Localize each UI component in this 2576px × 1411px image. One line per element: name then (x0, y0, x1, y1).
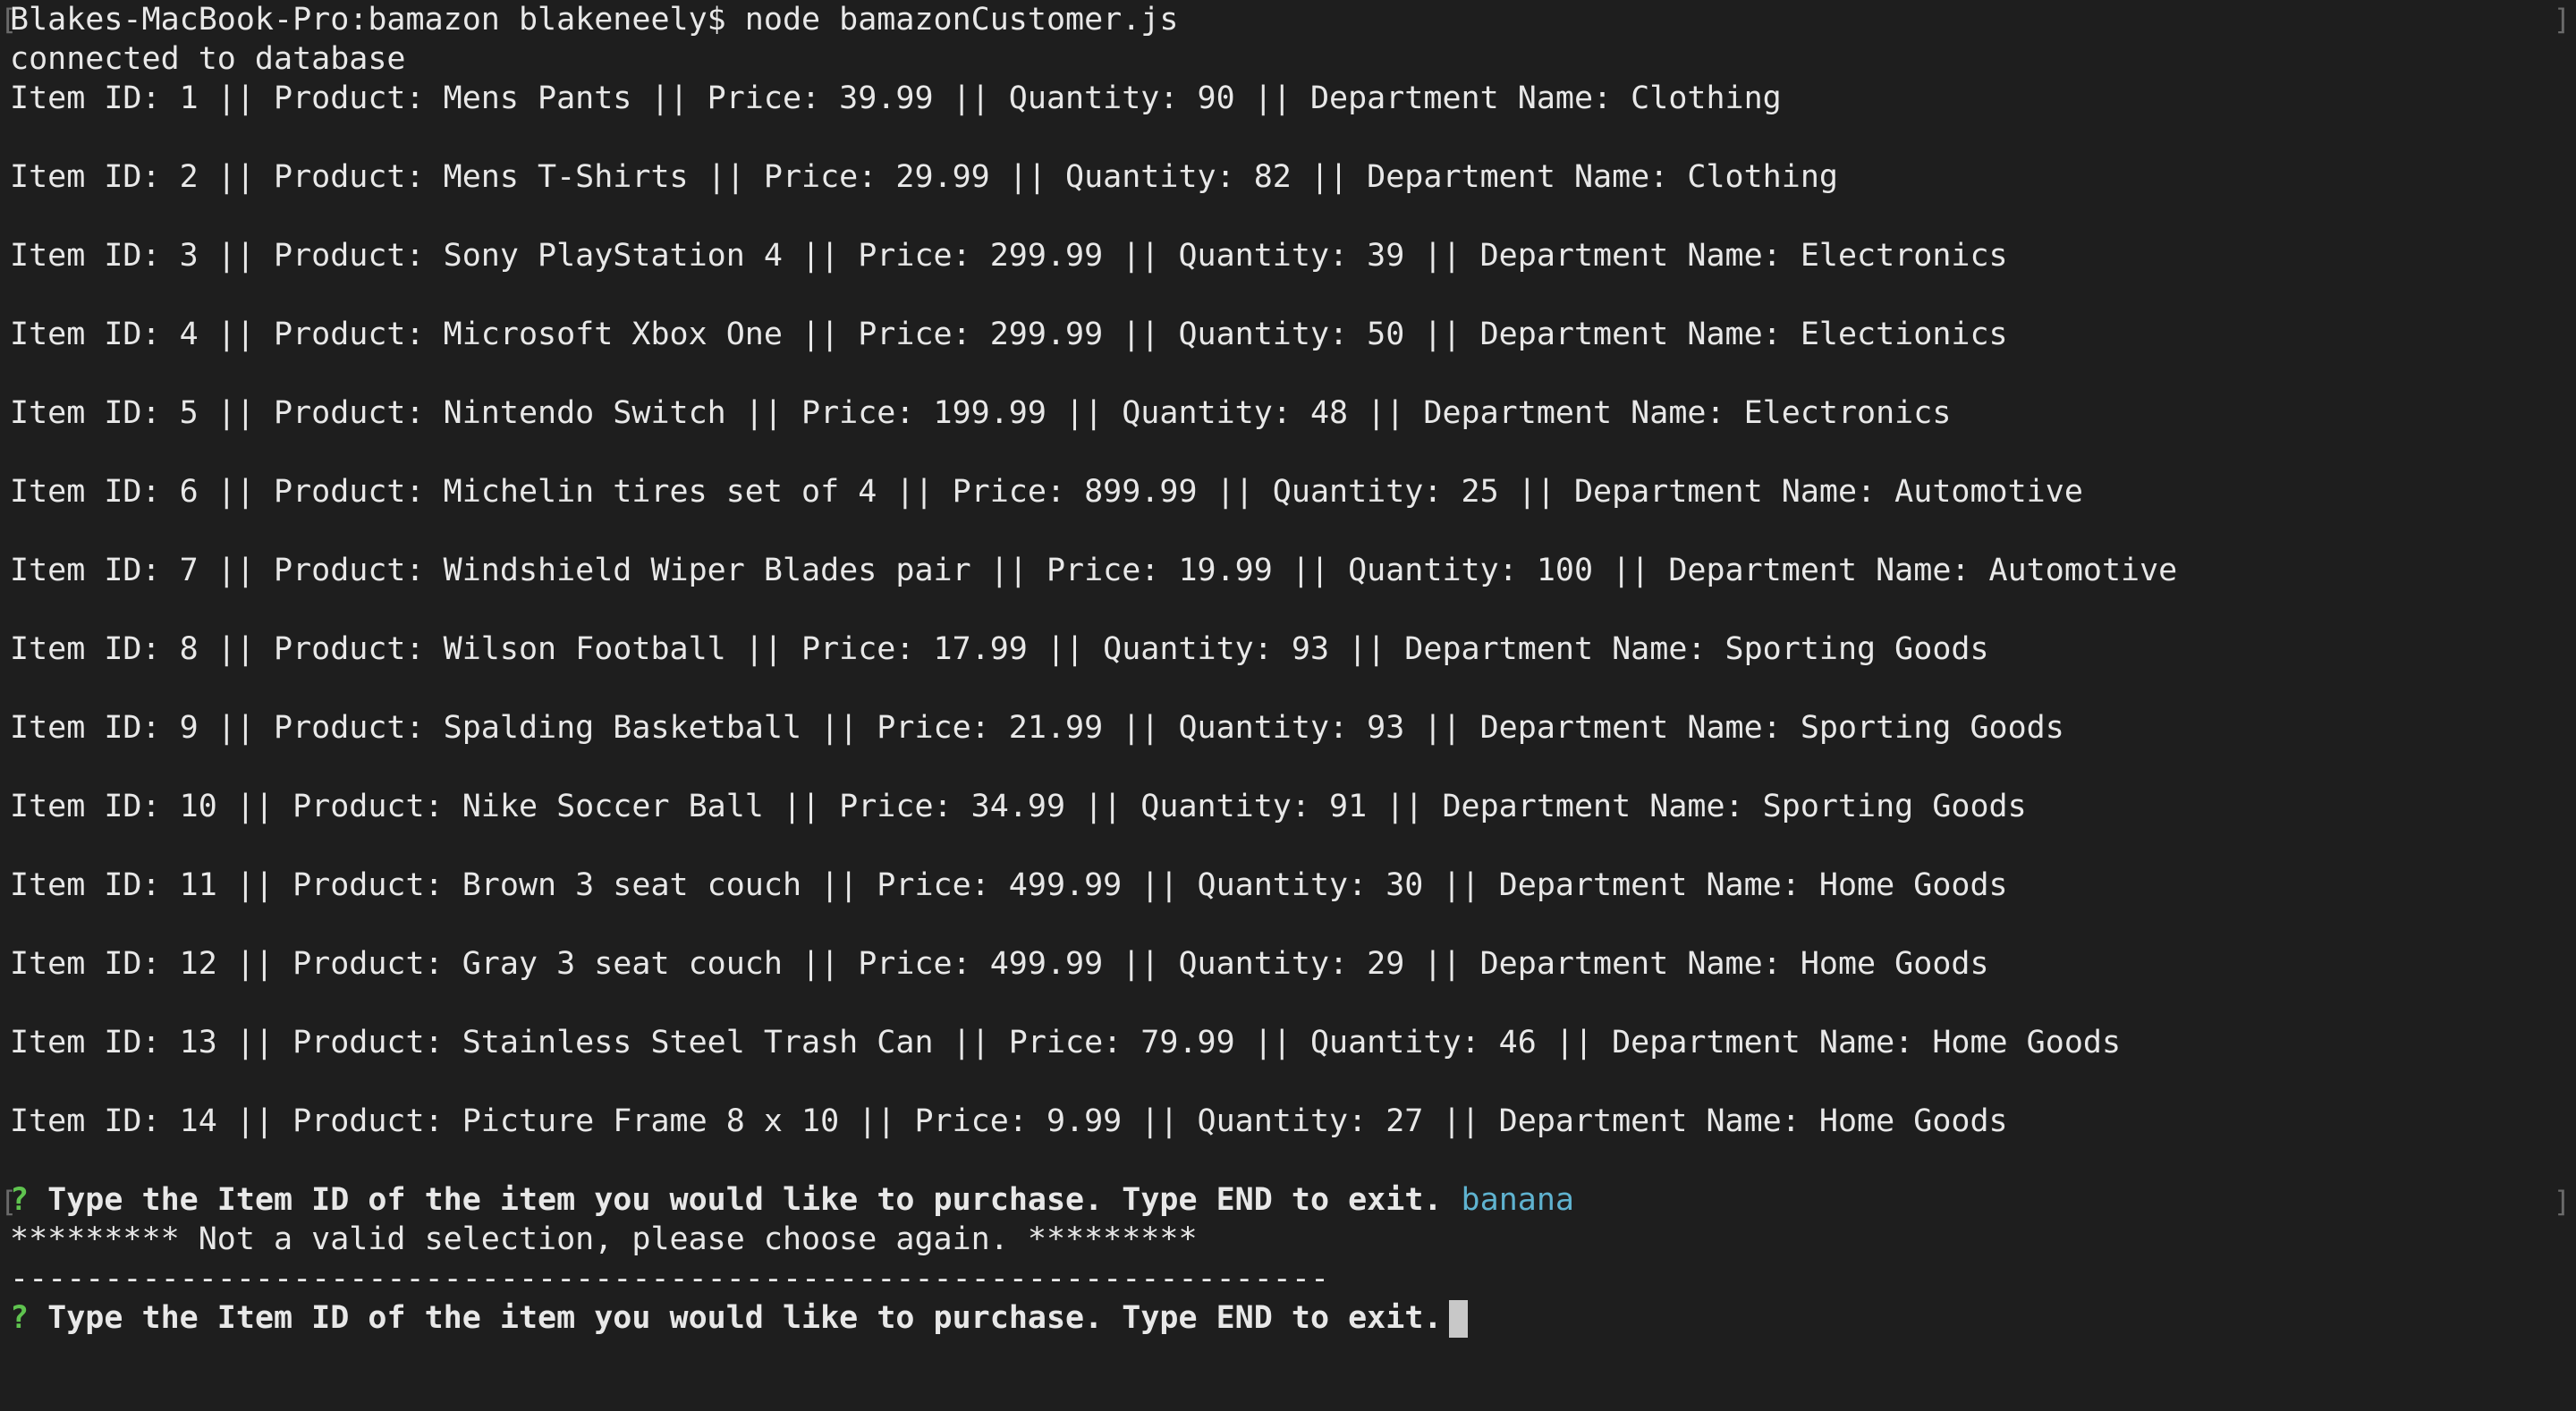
selection-bracket: [ (0, 1185, 18, 1219)
question-mark: ? (10, 1300, 30, 1336)
item-line: Item ID: 14 || Product: Picture Frame 8 … (10, 1103, 2008, 1139)
item-line: Item ID: 9 || Product: Spalding Basketba… (10, 710, 2064, 746)
text-cursor[interactable] (1449, 1300, 1469, 1338)
item-line: Item ID: 3 || Product: Sony PlayStation … (10, 238, 2008, 274)
selection-bracket: ] (2553, 1185, 2571, 1219)
terminal-window[interactable]: [ ] [ ] Blakes-MacBook-Pro:bamazon blake… (0, 0, 2576, 1411)
selection-bracket: ] (2553, 3, 2571, 37)
question-text: Type the Item ID of the item you would l… (47, 1182, 1443, 1218)
item-line: Item ID: 6 || Product: Michelin tires se… (10, 474, 2083, 510)
connection-status-line: connected to database (10, 41, 406, 77)
item-line: Item ID: 2 || Product: Mens T-Shirts || … (10, 159, 1838, 195)
question-text: Type the Item ID of the item you would l… (47, 1300, 1443, 1336)
item-line: Item ID: 5 || Product: Nintendo Switch |… (10, 395, 1952, 431)
error-line: ********* Not a valid selection, please … (10, 1221, 1198, 1257)
answer-text: banana (1461, 1182, 1574, 1218)
item-line: Item ID: 7 || Product: Windshield Wiper … (10, 553, 2178, 588)
item-line: Item ID: 11 || Product: Brown 3 seat cou… (10, 867, 2008, 903)
command-prompt-line: Blakes-MacBook-Pro:bamazon blakeneely$ n… (10, 2, 1179, 38)
selection-bracket: [ (0, 3, 18, 37)
item-line: Item ID: 12 || Product: Gray 3 seat couc… (10, 946, 1989, 982)
question-line: ? Type the Item ID of the item you would… (10, 1180, 2576, 1220)
item-line: Item ID: 13 || Product: Stainless Steel … (10, 1025, 2122, 1060)
separator-line: ----------------------------------------… (10, 1261, 1330, 1297)
item-line: Item ID: 4 || Product: Microsoft Xbox On… (10, 317, 2008, 352)
item-line: Item ID: 1 || Product: Mens Pants || Pri… (10, 80, 1782, 116)
question-line-active[interactable]: ? Type the Item ID of the item you would… (10, 1298, 2576, 1338)
item-line: Item ID: 8 || Product: Wilson Football |… (10, 631, 1989, 667)
item-line: Item ID: 10 || Product: Nike Soccer Ball… (10, 789, 2027, 824)
